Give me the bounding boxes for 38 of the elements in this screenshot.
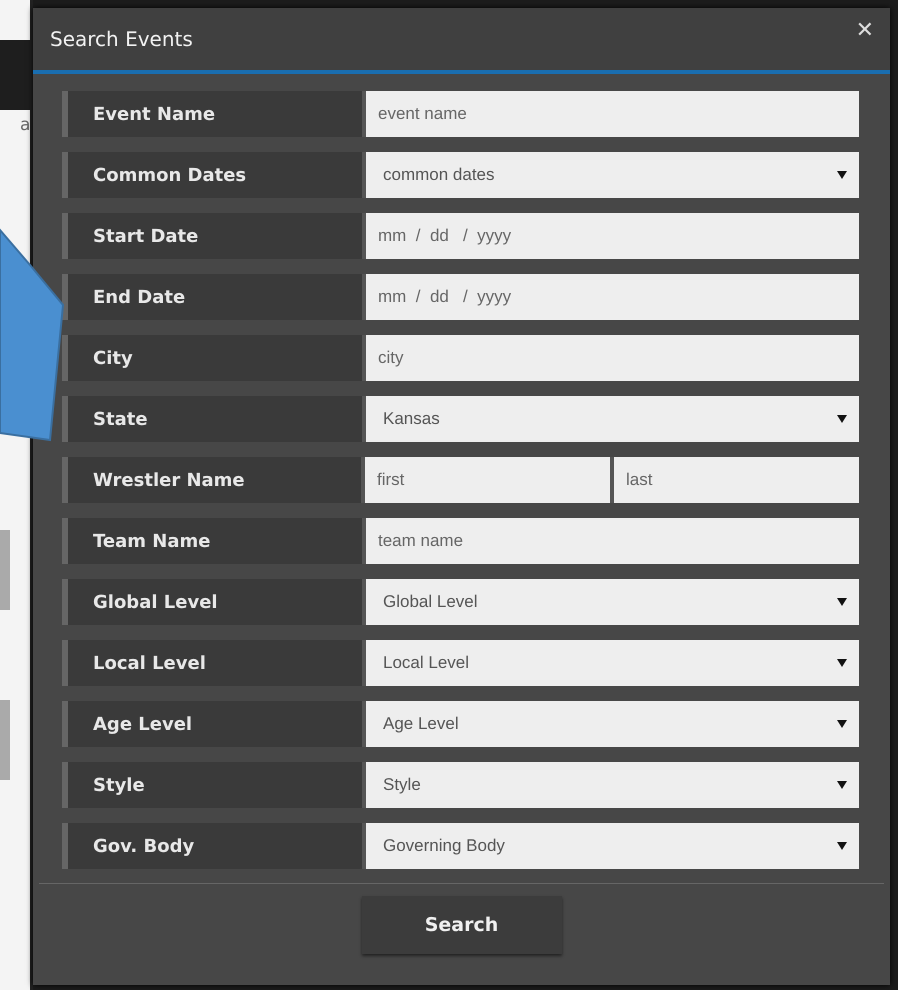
field-label: Team Name: [62, 518, 362, 564]
field-label: City: [62, 335, 362, 381]
dropdown[interactable]: Governing Body: [366, 823, 859, 869]
field-label: State: [62, 396, 362, 442]
text-field[interactable]: event name: [366, 91, 859, 137]
search-button[interactable]: Search: [362, 896, 562, 954]
field-label: Event Name: [62, 91, 362, 137]
close-button[interactable]: ✕: [850, 18, 880, 42]
caret-icon: [837, 171, 847, 179]
date-field[interactable]: mm / dd / yyyy: [366, 274, 859, 320]
text-field[interactable]: team name: [366, 518, 859, 564]
field-label: Age Level: [62, 701, 362, 747]
caret-icon: [837, 598, 847, 606]
field-label: Style: [62, 762, 362, 808]
field-label: Common Dates: [62, 152, 362, 198]
caret-icon: [837, 659, 847, 667]
field-label: End Date: [62, 274, 362, 320]
field-label: Start Date: [62, 213, 362, 259]
caret-icon: [837, 415, 847, 423]
text-field[interactable]: first: [365, 457, 610, 503]
dropdown[interactable]: Age Level: [366, 701, 859, 747]
dropdown[interactable]: Style: [366, 762, 859, 808]
dialog-title: Search Events: [50, 27, 193, 51]
dropdown[interactable]: Kansas: [366, 396, 859, 442]
field-label: Local Level: [62, 640, 362, 686]
dropdown[interactable]: common dates: [366, 152, 859, 198]
field-label: Gov. Body: [62, 823, 362, 869]
background-text: a: [19, 115, 30, 135]
caret-icon: [837, 781, 847, 789]
caret-icon: [837, 720, 847, 728]
caret-icon: [837, 842, 847, 850]
text-field[interactable]: last: [614, 457, 859, 503]
dropdown[interactable]: Local Level: [366, 640, 859, 686]
dropdown[interactable]: Global Level: [366, 579, 859, 625]
text-field[interactable]: city: [366, 335, 859, 381]
field-label: Global Level: [62, 579, 362, 625]
field-label: Wrestler Name: [62, 457, 361, 503]
date-field[interactable]: mm / dd / yyyy: [366, 213, 859, 259]
